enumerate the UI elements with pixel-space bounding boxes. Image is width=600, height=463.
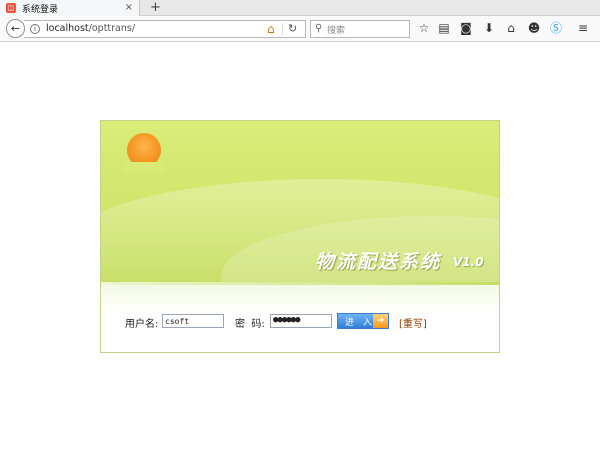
reader-list-icon[interactable]: ▤ (436, 20, 452, 36)
url-separator (282, 23, 283, 35)
pocket-icon[interactable]: ◙ (458, 20, 474, 36)
sun-logo-cut (123, 162, 165, 171)
url-host: localhost (46, 23, 89, 34)
back-button[interactable]: ← (6, 19, 25, 38)
reset-link[interactable]: [重写] (399, 315, 427, 330)
login-form: 用户名: csoft 密 码: ●●●●●● 进 入 ➜ [重写] (101, 285, 499, 352)
username-label: 用户名: (125, 319, 159, 330)
home-icon[interactable]: ⌂ (267, 22, 275, 36)
username-input[interactable]: csoft (162, 314, 224, 328)
login-button[interactable]: 进 入 ➜ (337, 313, 389, 329)
chat-icon[interactable]: ☻ (526, 20, 542, 36)
tab-title: 系统登录 (22, 4, 59, 15)
skype-icon[interactable]: Ⓢ (548, 20, 564, 36)
version-label: V1.0 (453, 255, 484, 269)
tab-active[interactable]: ◫ 系统登录 × (0, 0, 140, 16)
login-banner: 物流配送系统 V1.0 (101, 121, 499, 282)
reload-icon[interactable]: ↻ (288, 22, 297, 35)
hamburger-menu-icon[interactable]: ≡ (575, 20, 591, 36)
tab-bar: ◫ 系统登录 × + (0, 0, 600, 16)
tab-close-icon[interactable]: × (125, 2, 133, 14)
download-icon[interactable]: ⬇ (481, 20, 497, 36)
site-favicon-icon: ◫ (6, 3, 16, 13)
url-text[interactable]: localhost/opttrans/ (46, 23, 135, 34)
login-panel: 物流配送系统 V1.0 用户名: csoft 密 码: ●●●●●● 进 入 ➜… (100, 120, 500, 353)
login-button-label: 进 入 (345, 318, 375, 328)
system-title: 物流配送系统 (315, 251, 442, 273)
url-bar[interactable]: i localhost/opttrans/ ⌂ ↻ (24, 20, 306, 38)
password-label: 密 码: (235, 319, 265, 330)
search-placeholder: 搜索 (327, 26, 346, 36)
info-icon[interactable]: i (30, 24, 40, 34)
search-bar[interactable]: ⚲ 搜索 (310, 20, 410, 38)
arrow-left-icon: ← (10, 22, 21, 35)
search-icon: ⚲ (315, 23, 323, 34)
url-path: /opttrans/ (88, 23, 136, 34)
arrow-right-icon: ➜ (373, 314, 388, 328)
new-tab-button[interactable]: + (150, 0, 161, 15)
star-icon[interactable]: ☆ (416, 20, 432, 36)
password-input[interactable]: ●●●●●● (270, 314, 332, 328)
home-toolbar-icon[interactable]: ⌂ (503, 20, 519, 36)
